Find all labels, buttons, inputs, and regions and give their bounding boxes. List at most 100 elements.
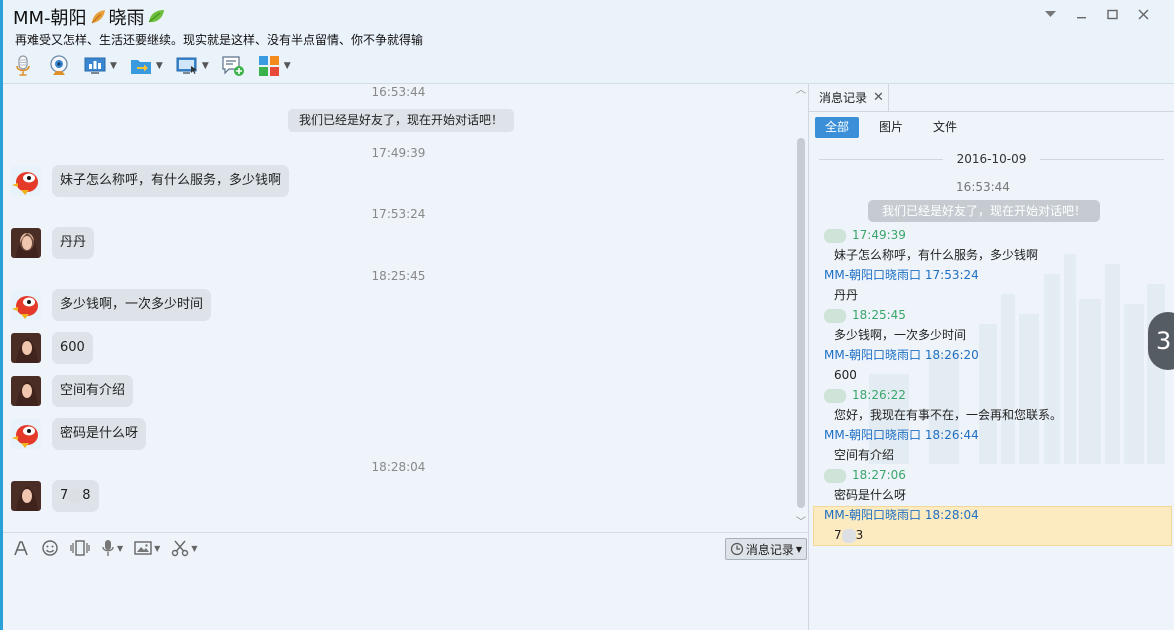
message-bubble[interactable]: 600 (52, 332, 93, 364)
avatar-contact[interactable] (11, 228, 41, 258)
screenshot-button[interactable]: ▼ (171, 539, 197, 557)
record-time: 17:53:24 (924, 268, 979, 282)
record-header[interactable]: MM-朝阳口晓雨口 17:53:24 (824, 267, 979, 284)
shake-button[interactable] (70, 539, 90, 557)
message-bubble[interactable]: 丹丹 (52, 227, 95, 259)
shake-icon (70, 540, 90, 556)
font-button[interactable] (12, 539, 30, 557)
record-text: 密码是什么呀 (834, 488, 907, 502)
webcam-icon (50, 55, 68, 75)
avatar-bird[interactable] (11, 166, 41, 196)
tab-message-history[interactable]: 消息记录 ✕ (809, 84, 889, 112)
redacted-blur (841, 528, 856, 543)
record-time: 18:28:04 (924, 508, 979, 522)
separator-line (1040, 158, 1164, 160)
input-toolbar: ▼ ▼ ▼ 消息记录 ▼ (3, 532, 808, 566)
green-leaf-icon (148, 10, 164, 23)
record-text: 73 (834, 527, 863, 544)
record-header[interactable]: MM-朝阳口晓雨口 18:28:04 (824, 507, 979, 524)
record-header[interactable]: 18:26:22 (824, 387, 906, 404)
add-chat-icon (222, 56, 244, 76)
contact-name-part2: 晓雨 (108, 8, 145, 29)
avatar-bird[interactable] (11, 290, 41, 320)
chevron-down-icon[interactable]: ▼ (110, 61, 117, 71)
image-icon (134, 541, 152, 555)
record-header[interactable]: 18:25:45 (824, 307, 906, 324)
red-bird-avatar-icon (11, 166, 41, 196)
message-input[interactable] (3, 566, 808, 630)
chevron-down-icon[interactable]: ▼ (191, 544, 197, 553)
close-icon[interactable]: ✕ (873, 90, 884, 105)
chat-message: 600 (11, 332, 93, 364)
close-button[interactable] (1135, 6, 1152, 23)
record-text: 您好，我现在有事不在，一会再和您联系。 (834, 408, 1063, 422)
chat-timestamp: 18:25:45 (371, 269, 426, 283)
message-bubble[interactable]: 多少钱啊，一次多少时间 (52, 289, 212, 321)
chat-message: 78 (11, 480, 99, 512)
record-text: 妹子怎么称呼，有什么服务，多少钱啊 (834, 248, 1039, 262)
contact-title: MM-朝阳 晓雨 (13, 4, 167, 30)
floating-side-badge[interactable]: 3 (1148, 312, 1174, 370)
minimize-button[interactable] (1073, 6, 1090, 23)
emoji-button[interactable] (41, 539, 59, 557)
message-bubble[interactable]: 妹子怎么称呼，有什么服务，多少钱啊 (52, 165, 290, 197)
record-text: 丹丹 (834, 288, 859, 302)
message-bubble[interactable]: 空间有介绍 (52, 375, 134, 407)
remote-assist-button[interactable]: ▼ (83, 52, 117, 80)
emoji-icon (42, 540, 58, 556)
redacted-blur (68, 488, 83, 503)
filter-images[interactable]: 图片 (869, 117, 913, 138)
red-bird-avatar-icon (11, 290, 41, 320)
chevron-down-icon[interactable]: ▼ (284, 61, 291, 71)
record-sender: MM-朝阳口晓雨口 (824, 428, 922, 442)
scroll-up-icon[interactable]: ︿ (795, 86, 807, 96)
video-call-button[interactable] (47, 52, 71, 80)
screen-share-button[interactable]: ▼ (175, 52, 209, 80)
record-time: 18:27:06 (852, 468, 906, 482)
message-bubble[interactable]: 密码是什么呀 (52, 418, 147, 450)
record-sender: MM-朝阳口晓雨口 (824, 268, 922, 282)
avatar-bird[interactable] (11, 419, 41, 449)
image-button[interactable]: ▼ (134, 540, 160, 556)
chevron-down-icon[interactable]: ▼ (154, 544, 160, 553)
personal-signature: 再难受又怎样、生活还要继续。现实就是这样、没有半点留情、你不争就得输 (15, 33, 424, 47)
record-header[interactable]: MM-朝阳口晓雨口 18:26:20 (824, 347, 979, 364)
maximize-button[interactable] (1104, 6, 1121, 23)
filter-all[interactable]: 全部 (815, 117, 860, 138)
chat-message: 多少钱啊，一次多少时间 (11, 289, 212, 321)
avatar-contact[interactable] (11, 376, 41, 406)
message-history-button[interactable]: 消息记录 ▼ (725, 538, 807, 560)
record-time: 18:26:20 (924, 348, 979, 362)
chevron-down-icon[interactable]: ▼ (156, 61, 163, 71)
voice-call-button[interactable] (11, 52, 35, 80)
chat-message-area[interactable]: 16:53:44 我们已经是好友了，现在开始对话吧！ 17:49:39 妹子怎么… (3, 84, 794, 532)
chat-scrollbar[interactable]: ︿ ﹀ (794, 84, 808, 532)
history-date-separator: 2016-10-09 (819, 151, 1164, 167)
chat-timestamp: 17:53:24 (371, 207, 426, 221)
record-text: 空间有介绍 (834, 448, 895, 462)
avatar-contact[interactable] (11, 481, 41, 511)
group-chat-button[interactable] (221, 52, 245, 80)
dropdown-menu-button[interactable] (1042, 6, 1059, 23)
record-header[interactable]: MM-朝阳口晓雨口 18:26:44 (824, 427, 979, 444)
message-history-panel: 消息记录 ✕ 全部 图片 文件 2016-10-09 16:53:44 我们已经… (809, 84, 1174, 630)
chevron-down-icon[interactable]: ▼ (202, 61, 209, 71)
chat-message: 密码是什么呀 (11, 418, 147, 450)
avatar-contact[interactable] (11, 333, 41, 363)
redacted-blur (824, 468, 846, 483)
record-sender: MM-朝阳口晓雨口 (824, 508, 922, 522)
send-file-button[interactable]: ▼ (129, 52, 163, 80)
record-header[interactable]: 18:27:06 (824, 467, 906, 484)
filter-files[interactable]: 文件 (923, 117, 967, 138)
scroll-thumb[interactable] (797, 138, 805, 508)
monitor-icon (176, 57, 197, 74)
record-time: 18:26:22 (852, 388, 906, 402)
voice-message-button[interactable]: ▼ (101, 539, 123, 557)
app-center-button[interactable]: ▼ (257, 52, 291, 80)
chat-timestamp: 18:28:04 (371, 460, 426, 474)
scroll-down-icon[interactable]: ﹀ (795, 518, 807, 528)
chevron-down-icon[interactable]: ▼ (117, 544, 123, 553)
message-bubble[interactable]: 78 (52, 480, 99, 512)
record-header[interactable]: 17:49:39 (824, 227, 906, 244)
tab-underline (889, 111, 1174, 112)
